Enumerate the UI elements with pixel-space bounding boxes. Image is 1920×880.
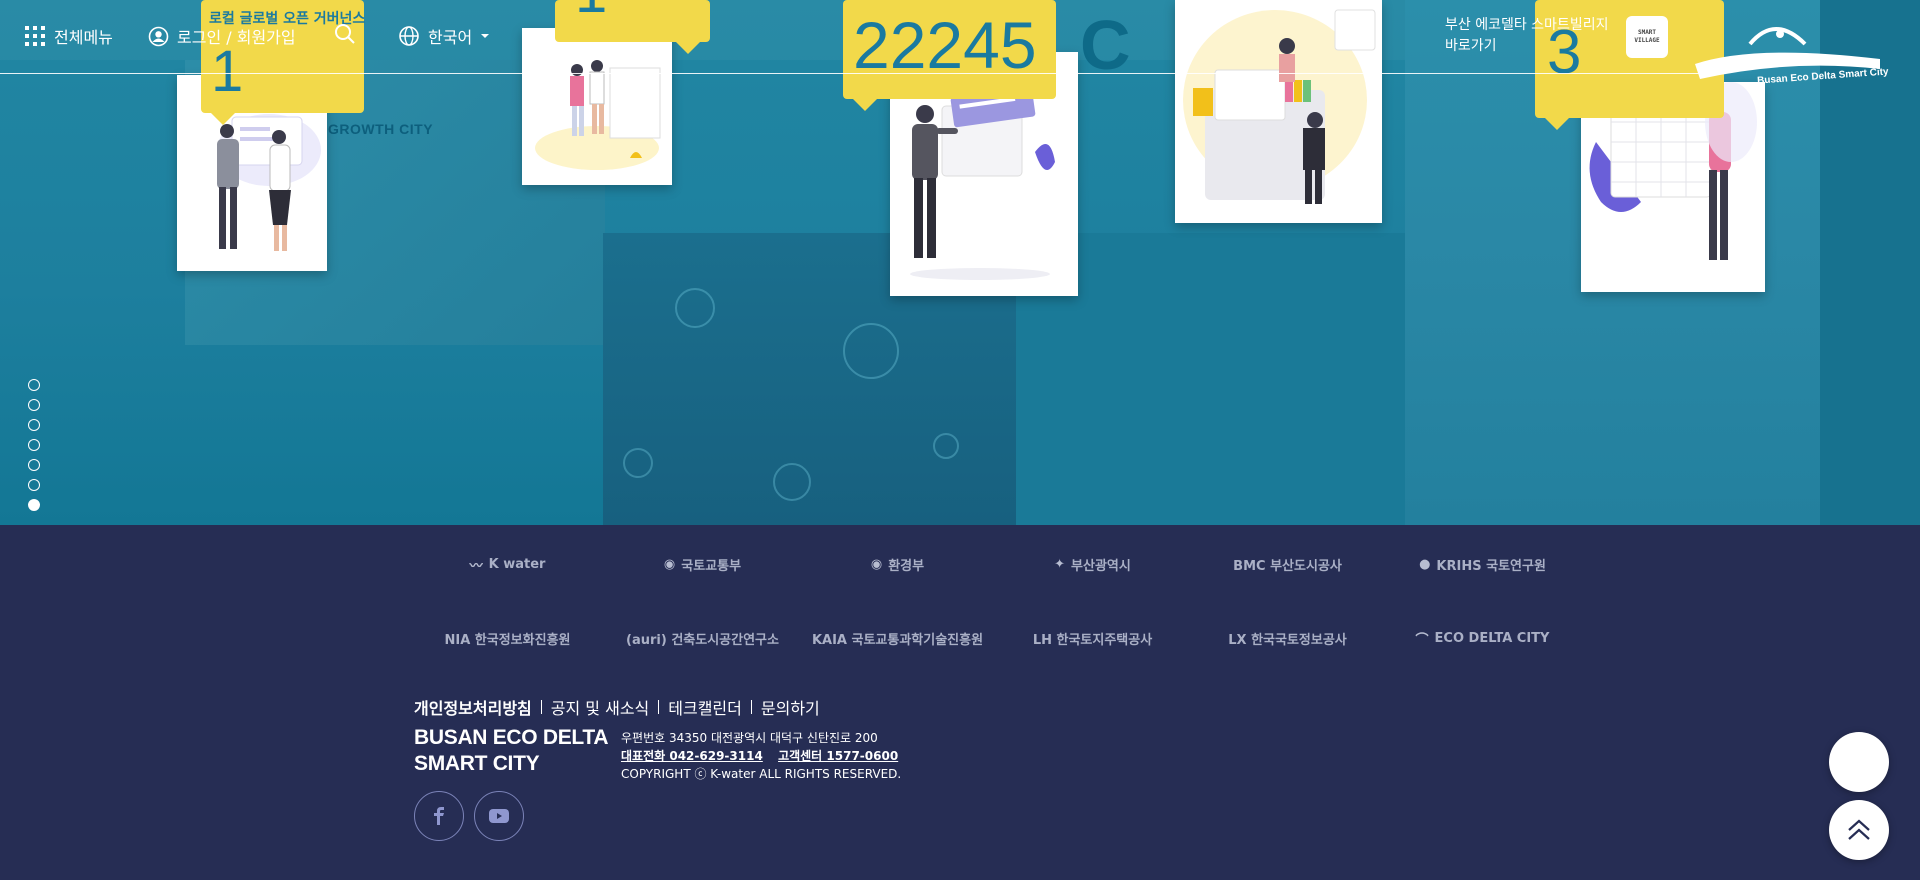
facebook-button[interactable] [414, 791, 464, 841]
partner-lx[interactable]: LX 한국국토정보공사 [1190, 619, 1385, 657]
partner-logos: 〰 K water ◉ 국토교통부 ◉ 환경부 ✦ 부산광역시 BMC 부산도시공사 ●… [410, 545, 1550, 657]
social-links [414, 791, 524, 841]
address-text: 우편번호 34350 대전광역시 대덕구 신탄진로 200 [621, 731, 878, 745]
slide-pager [28, 379, 40, 511]
user-icon [148, 26, 169, 46]
partner-busan[interactable]: ✦ 부산광역시 [995, 545, 1190, 583]
ecodelta-logo-icon: ⌒ [1415, 632, 1429, 648]
link-separator [658, 700, 660, 714]
copyright-text: COPYRIGHT ⓒ K-water ALL RIGHTS RESERVED. [621, 767, 902, 781]
partner-label: K water [488, 556, 546, 572]
partner-bmc[interactable]: BMC 부산도시공사 [1190, 545, 1385, 583]
site-footer: 〰 K water ◉ 국토교통부 ◉ 환경부 ✦ 부산광역시 BMC 부산도시공사 ●… [0, 525, 1920, 880]
hero-background-text: GROWTH CITY [328, 121, 434, 137]
partner-label: 부산광역시 [1071, 558, 1131, 574]
link-separator [750, 700, 752, 714]
kwater-logo-icon: 〰 [469, 558, 483, 574]
link-separator [540, 700, 542, 714]
partner-label: LH 한국토지주택공사 [1032, 632, 1153, 648]
globe-icon [399, 26, 419, 46]
partner-label: 환경부 [888, 558, 925, 574]
notice-link[interactable]: 공지 및 새소식 [551, 695, 650, 719]
grid-menu-icon [25, 26, 45, 46]
floating-blank-button[interactable] [1829, 732, 1889, 792]
partner-label: LX 한국국토정보공사 [1228, 632, 1347, 648]
site-logo[interactable]: Busan Eco Delta Smart City [1695, 14, 1889, 94]
footer-brand: BUSAN ECO DELTA SMART CITY [414, 725, 609, 777]
pager-dot-7[interactable] [28, 499, 40, 511]
partner-nia[interactable]: NIA 한국정보화진흥원 [410, 619, 605, 657]
site-header: 전체메뉴 로그인 / 회원가입 한국어 부산 에코델타 스마트빌리지 바로가기 … [0, 0, 1920, 87]
me-logo-icon: ◉ [870, 556, 883, 572]
search-button[interactable] [334, 23, 356, 45]
all-menu-label: 전체메뉴 [54, 28, 113, 47]
partner-kaia[interactable]: KAIA 국토교통과학기술진흥원 [800, 619, 995, 657]
pager-dot-4[interactable] [28, 439, 40, 451]
youtube-button[interactable] [474, 791, 524, 841]
partner-molit[interactable]: ◉ 국토교통부 [605, 545, 800, 583]
double-chevron-up-icon [1848, 819, 1870, 840]
partner-auri[interactable]: (auri) 건축도시공간연구소 [605, 619, 800, 657]
smart-village-link[interactable]: 부산 에코델타 스마트빌리지 바로가기 [1445, 15, 1608, 57]
partner-label: (auri) 건축도시공간연구소 [626, 632, 779, 648]
privacy-policy-link[interactable]: 개인정보처리방침 [414, 695, 532, 719]
footer-links: 개인정보처리방침 공지 및 새소식 테크캘린더 문의하기 [414, 695, 820, 719]
partner-label: KAIA 국토교통과학기술진흥원 [811, 632, 984, 648]
language-select[interactable]: 한국어 [398, 24, 490, 48]
caret-down-icon [481, 34, 490, 38]
brand-line1: BUSAN ECO DELTA [414, 726, 609, 749]
partner-label: NIA 한국정보화진흥원 [444, 632, 571, 648]
pager-dot-1[interactable] [28, 379, 40, 391]
facebook-icon [434, 807, 444, 825]
pager-dot-3[interactable] [28, 419, 40, 431]
partner-label: 국토교통부 [681, 558, 742, 574]
smart-village-line2: 바로가기 [1445, 38, 1497, 54]
youtube-icon [489, 809, 509, 823]
contact-link[interactable]: 문의하기 [761, 695, 820, 719]
tech-calendar-link[interactable]: 테크캘린더 [668, 695, 742, 719]
partner-krihs[interactable]: ● KRIHS 국토연구원 [1385, 545, 1580, 583]
language-label: 한국어 [428, 28, 473, 47]
pager-dot-5[interactable] [28, 459, 40, 471]
partner-label: KRIHS 국토연구원 [1436, 558, 1546, 574]
pager-dot-6[interactable] [28, 479, 40, 491]
smart-village-badge[interactable]: SMART VILLAGE [1626, 16, 1668, 58]
krihs-logo-icon: ● [1419, 556, 1431, 572]
search-icon [335, 24, 355, 44]
busan-logo-icon: ✦ [1054, 556, 1066, 572]
header-divider [0, 73, 1700, 74]
pager-dot-2[interactable] [28, 399, 40, 411]
partner-me[interactable]: ◉ 환경부 [800, 545, 995, 583]
scroll-top-button[interactable] [1829, 800, 1889, 860]
partner-lh[interactable]: LH 한국토지주택공사 [995, 619, 1190, 657]
login-signup-label: 로그인 / 회원가입 [177, 28, 296, 47]
footer-info: 우편번호 34350 대전광역시 대덕구 신탄진로 200 대표전화 042-6… [621, 729, 901, 783]
customer-center-link[interactable]: 고객센터 1577-0600 [778, 749, 898, 763]
hero-section: GROWTH CITY C 로컬 글로벌 오픈 거버넌스 1 22245 3 [0, 0, 1920, 525]
phone-link[interactable]: 대표전화 042-629-3114 [621, 749, 763, 763]
partner-label: ECO DELTA CITY [1434, 630, 1550, 646]
partner-ecodelta[interactable]: ⌒ ECO DELTA CITY [1385, 619, 1580, 657]
partner-label: BMC 부산도시공사 [1233, 558, 1342, 574]
brand-line2: SMART CITY [414, 752, 540, 775]
login-signup-link[interactable]: 로그인 / 회원가입 [148, 24, 296, 48]
partner-kwater[interactable]: 〰 K water [410, 545, 605, 583]
all-menu-button[interactable]: 전체메뉴 [24, 24, 113, 48]
smart-village-line1: 부산 에코델타 스마트빌리지 [1445, 17, 1609, 33]
molit-logo-icon: ◉ [663, 556, 676, 572]
